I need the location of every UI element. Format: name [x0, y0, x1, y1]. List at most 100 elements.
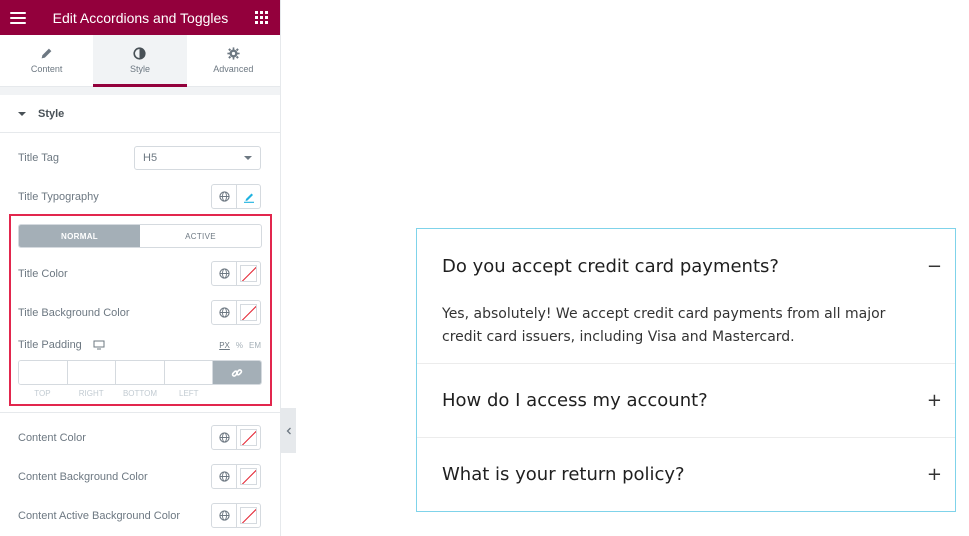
empty-color-swatch: [240, 507, 257, 524]
content-color-label: Content Color: [18, 431, 86, 444]
globe-icon: [218, 191, 230, 202]
title-padding-label: Title Padding: [18, 339, 105, 351]
divider: [0, 412, 281, 413]
accordion-title-text: What is your return policy?: [442, 464, 685, 485]
global-color-button[interactable]: [212, 426, 236, 449]
unit-px[interactable]: PX: [219, 341, 230, 350]
gear-icon: [227, 47, 240, 60]
chevron-left-icon: [286, 427, 291, 434]
control-title-tag: Title Tag H5: [18, 146, 261, 170]
control-content-bg-color: Content Background Color: [18, 464, 261, 489]
pencil-icon: [243, 193, 254, 203]
title-bg-color-picker[interactable]: [236, 301, 260, 324]
tab-content[interactable]: Content: [0, 35, 93, 86]
content-color-picker[interactable]: [236, 426, 260, 449]
tab-active[interactable]: ACTIVE: [140, 225, 261, 247]
panel-spacer: [0, 87, 280, 95]
caret-down-icon: [18, 111, 26, 116]
accordion-title-text: How do I access my account?: [442, 390, 708, 411]
globe-icon: [218, 432, 230, 443]
title-bg-color-label: Title Background Color: [18, 306, 130, 319]
content-bg-color-label: Content Background Color: [18, 470, 148, 483]
global-color-button[interactable]: [212, 465, 236, 488]
panel-header: Edit Accordions and Toggles: [0, 0, 280, 35]
padding-bottom-input[interactable]: [116, 361, 165, 384]
minus-icon: −: [926, 255, 942, 277]
global-color-button[interactable]: [212, 504, 236, 527]
plus-icon: +: [926, 390, 942, 411]
pencil-icon: [41, 48, 52, 59]
title-color-buttons: [211, 261, 261, 286]
title-color-label: Title Color: [18, 267, 68, 280]
control-title-color: Title Color: [18, 261, 261, 286]
label-left: LEFT: [179, 389, 199, 398]
edit-typography-button[interactable]: [236, 185, 260, 208]
label-bottom: BOTTOM: [122, 389, 158, 398]
accordion-title[interactable]: Do you accept credit card payments? −: [417, 229, 955, 303]
hamburger-menu-icon[interactable]: [10, 11, 26, 24]
title-tag-select[interactable]: H5: [134, 146, 261, 170]
accordion-title-text: Do you accept credit card payments?: [442, 255, 779, 277]
empty-color-swatch: [240, 304, 257, 321]
globe-icon: [218, 510, 230, 521]
state-tabs: NORMAL ACTIVE: [18, 224, 262, 248]
link-icon: [231, 368, 243, 377]
accordion-title[interactable]: How do I access my account? +: [417, 364, 955, 437]
plus-icon: +: [926, 464, 942, 485]
control-title-padding: Title Padding PX % EM: [18, 338, 261, 352]
contrast-icon: [133, 47, 147, 60]
tab-normal[interactable]: NORMAL: [19, 225, 140, 247]
editor-panel: Edit Accordions and Toggles Content Styl…: [0, 0, 281, 536]
label-top: TOP: [34, 389, 51, 398]
global-color-button[interactable]: [212, 301, 236, 324]
label-right: RIGHT: [78, 389, 104, 398]
unit-percent[interactable]: %: [236, 341, 243, 350]
chevron-down-icon: [244, 156, 252, 160]
title-typography-buttons: [211, 184, 261, 209]
empty-color-swatch: [240, 265, 257, 282]
globe-icon: [218, 471, 230, 482]
title-typography-label: Title Typography: [18, 190, 99, 203]
global-color-button[interactable]: [212, 262, 236, 285]
empty-color-swatch: [240, 468, 257, 485]
content-active-bg-color-picker[interactable]: [236, 504, 260, 527]
panel-tabs: Content Style Advanced: [0, 35, 280, 87]
title-tag-label: Title Tag: [18, 152, 59, 164]
padding-left-input[interactable]: [164, 361, 214, 384]
tab-style-label: Style: [129, 64, 150, 74]
tab-style[interactable]: Style: [93, 35, 187, 87]
padding-top-input[interactable]: [19, 361, 68, 384]
desktop-icon[interactable]: [93, 340, 105, 350]
control-content-active-bg-color: Content Active Background Color: [18, 503, 261, 528]
control-title-bg-color: Title Background Color: [18, 300, 261, 325]
padding-right-input[interactable]: [67, 361, 117, 384]
accordion-widget: Do you accept credit card payments? − Ye…: [416, 228, 956, 512]
section-style-label: Style: [38, 107, 65, 120]
panel-title: Edit Accordions and Toggles: [52, 9, 229, 26]
globe-icon: [218, 307, 230, 318]
title-padding-text: Title Padding: [18, 339, 82, 351]
title-tag-value: H5: [143, 152, 158, 164]
title-bg-color-buttons: [211, 300, 261, 325]
link-values-button[interactable]: [213, 361, 261, 384]
widgets-grid-icon[interactable]: [254, 11, 268, 24]
control-title-typography: Title Typography: [18, 184, 261, 209]
section-style-toggle[interactable]: Style: [0, 95, 280, 133]
unit-em[interactable]: EM: [249, 341, 261, 350]
accordion-item: What is your return policy? +: [417, 438, 955, 511]
tab-content-label: Content: [30, 64, 63, 74]
accordion-title[interactable]: What is your return policy? +: [417, 438, 955, 511]
content-active-bg-color-label: Content Active Background Color: [18, 509, 181, 522]
tab-advanced-label: Advanced: [213, 64, 254, 74]
content-bg-color-picker[interactable]: [236, 465, 260, 488]
globe-icon: [218, 268, 230, 279]
collapse-panel-button[interactable]: [281, 408, 296, 453]
editor-root: Edit Accordions and Toggles Content Styl…: [0, 0, 969, 536]
unit-selector: PX % EM: [219, 341, 261, 350]
global-typography-button[interactable]: [212, 185, 236, 208]
tab-advanced[interactable]: Advanced: [187, 35, 280, 86]
accordion-item: How do I access my account? +: [417, 364, 955, 438]
title-color-picker[interactable]: [236, 262, 260, 285]
accordion-item: Do you accept credit card payments? − Ye…: [417, 229, 955, 364]
content-active-bg-color-buttons: [211, 503, 261, 528]
